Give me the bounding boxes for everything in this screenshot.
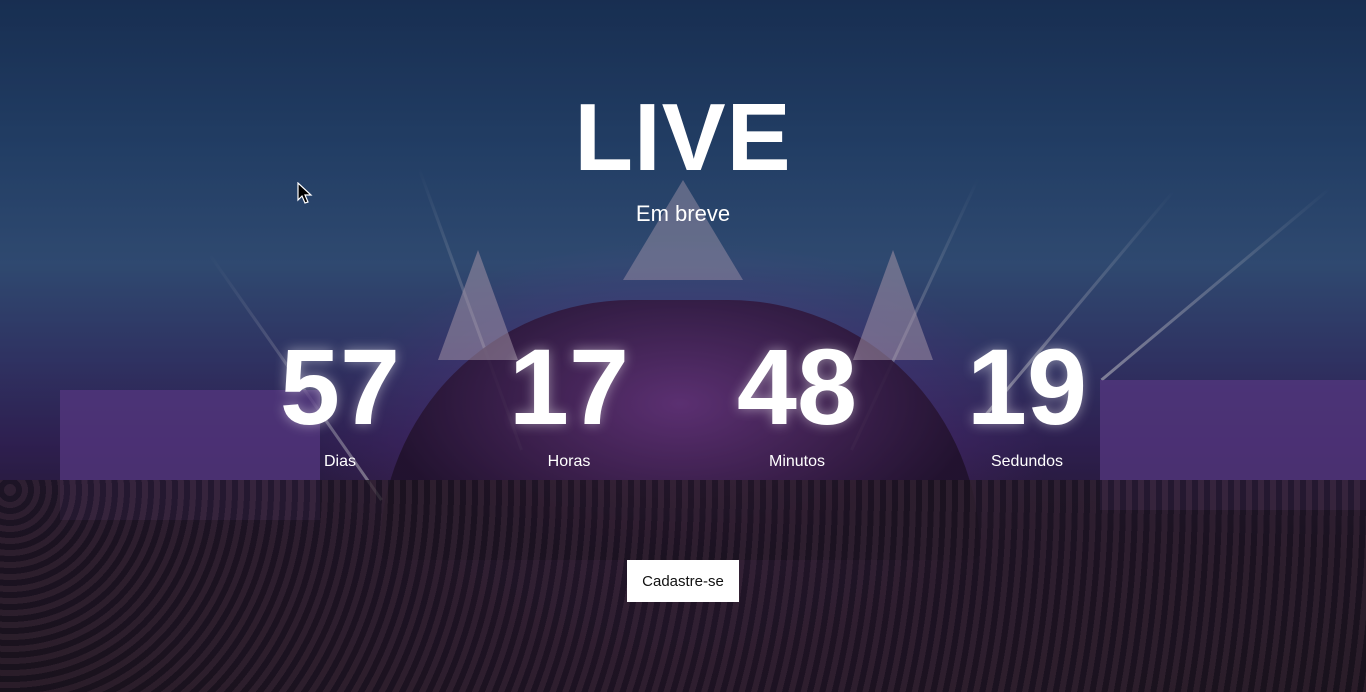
countdown-hours-label: Horas [547,453,591,470]
arrow-cursor-icon [297,182,313,204]
countdown-seconds: 19 Sedundos [947,332,1107,472]
signup-button[interactable]: Cadastre-se [627,560,739,602]
countdown-days: 57 Dias [260,332,420,472]
countdown-hours: 17 Horas [489,332,649,472]
countdown-minutes-value: 48 [736,326,858,447]
page-subtitle: Em breve [635,201,731,226]
countdown-hours-value: 17 [508,326,630,447]
hero-content: LIVE Em breve 57 Dias 17 Horas 48 Minuto… [0,0,1366,692]
countdown-minutes-label: Minutos [768,453,826,470]
countdown-seconds-label: Sedundos [990,453,1064,470]
countdown-seconds-value: 19 [966,326,1088,447]
page-title: LIVE [574,84,792,191]
background-photo: LIVE Em breve 57 Dias 17 Horas 48 Minuto… [0,0,1366,692]
countdown-days-label: Dias [323,453,356,470]
countdown-minutes: 48 Minutos [717,332,877,472]
countdown-days-value: 57 [279,326,401,447]
